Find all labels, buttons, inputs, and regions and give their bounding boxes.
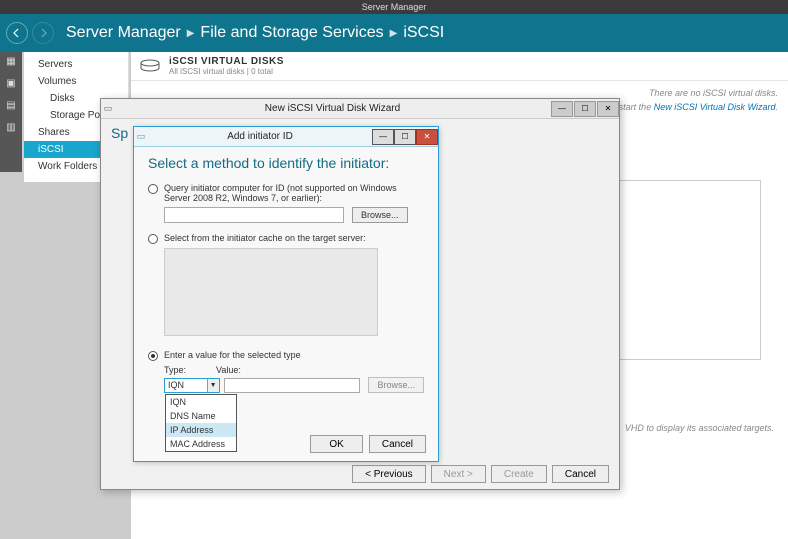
dialog-maximize-button[interactable]: ☐ [394, 129, 416, 145]
storage-icon[interactable]: ▥ [5, 122, 17, 134]
wizard-title: New iSCSI Virtual Disk Wizard [115, 103, 550, 114]
app-title-bar: Server Manager [0, 0, 788, 14]
radio-query-computer[interactable] [148, 184, 158, 194]
minimize-button[interactable]: — [551, 101, 573, 117]
header-ribbon: Server Manager ▶ File and Storage Servic… [0, 14, 788, 52]
allservers-icon[interactable]: ▤ [5, 100, 17, 112]
previous-button[interactable]: < Previous [352, 465, 426, 483]
value-browse-button[interactable]: Browse... [368, 377, 424, 393]
new-wizard-link[interactable]: New iSCSI Virtual Disk Wizard [654, 102, 776, 112]
dropdown-arrow-icon: ▼ [207, 379, 219, 392]
chevron-icon: ▶ [187, 28, 195, 39]
type-dropdown: IQN DNS Name IP Address MAC Address [165, 394, 237, 452]
hint-target: VHD to display its associated targets. [625, 423, 774, 433]
wizard-titlebar[interactable]: ▭ New iSCSI Virtual Disk Wizard — ☐ ✕ [101, 99, 619, 119]
section-title: iSCSI VIRTUAL DISKS [169, 56, 284, 67]
chevron-icon: ▶ [390, 28, 398, 39]
dashboard-icon[interactable]: ▦ [5, 56, 17, 68]
dialog-close-button[interactable]: ✕ [416, 129, 438, 145]
radio-cache-label: Select from the initiator cache on the t… [164, 233, 366, 243]
dialog-title: Add initiator ID [148, 131, 372, 142]
breadcrumb-mid[interactable]: File and Storage Services [200, 24, 383, 42]
ok-button[interactable]: OK [310, 435, 362, 453]
radio-enter-label: Enter a value for the selected type [164, 350, 301, 360]
breadcrumb-leaf[interactable]: iSCSI [403, 24, 444, 42]
type-selected-value: IQN [168, 380, 184, 390]
section-header: iSCSI VIRTUAL DISKS All iSCSI virtual di… [131, 52, 788, 81]
browse-button[interactable]: Browse... [352, 207, 408, 223]
disk-icon [137, 57, 163, 75]
hint-create: disk, start the New iSCSI Virtual Disk W… [598, 102, 778, 112]
section-subtitle: All iSCSI virtual disks | 0 total [169, 67, 284, 76]
radio-query-label: Query initiator computer for ID (not sup… [164, 183, 424, 203]
wizard-icon: ▭ [101, 103, 115, 114]
type-select[interactable]: IQN ▼ IQN DNS Name IP Address MAC Addres… [164, 378, 220, 393]
dialog-footer: OK Cancel [310, 435, 426, 453]
type-label: Type: [164, 365, 186, 375]
add-initiator-dialog: ▭ Add initiator ID — ☐ ✕ Select a method… [133, 126, 439, 462]
next-button[interactable]: Next > [431, 465, 486, 483]
initiator-cache-list[interactable] [164, 248, 378, 336]
cancel-button[interactable]: Cancel [552, 465, 609, 483]
close-button[interactable]: ✕ [597, 101, 619, 117]
dialog-minimize-button[interactable]: — [372, 129, 394, 145]
dialog-titlebar[interactable]: ▭ Add initiator ID — ☐ ✕ [134, 127, 438, 147]
value-label: Value: [216, 365, 241, 375]
wizard-footer: < Previous Next > Create Cancel [352, 465, 609, 483]
left-rail: ▦ ▣ ▤ ▥ [0, 52, 22, 172]
sidebar-item-volumes[interactable]: Volumes [24, 73, 128, 90]
query-computer-input[interactable] [164, 207, 344, 223]
create-button[interactable]: Create [491, 465, 547, 483]
breadcrumb: Server Manager ▶ File and Storage Servic… [66, 24, 444, 42]
back-button[interactable] [6, 22, 28, 44]
radio-cache[interactable] [148, 234, 158, 244]
dialog-icon: ▭ [134, 131, 148, 142]
dropdown-option-dnsname[interactable]: DNS Name [166, 409, 236, 423]
servers-icon[interactable]: ▣ [5, 78, 17, 90]
dropdown-option-macaddress[interactable]: MAC Address [166, 437, 236, 451]
value-input[interactable] [224, 378, 361, 393]
breadcrumb-root[interactable]: Server Manager [66, 24, 181, 42]
sidebar-item-servers[interactable]: Servers [24, 56, 128, 73]
hint-nodisks: There are no iSCSI virtual disks. [649, 88, 778, 98]
dropdown-option-ipaddress[interactable]: IP Address [166, 423, 236, 437]
dialog-cancel-button[interactable]: Cancel [369, 435, 426, 453]
dropdown-option-iqn[interactable]: IQN [166, 395, 236, 409]
dialog-heading: Select a method to identify the initiato… [148, 155, 424, 171]
maximize-button[interactable]: ☐ [574, 101, 596, 117]
radio-enter-value[interactable] [148, 351, 158, 361]
forward-button[interactable] [32, 22, 54, 44]
